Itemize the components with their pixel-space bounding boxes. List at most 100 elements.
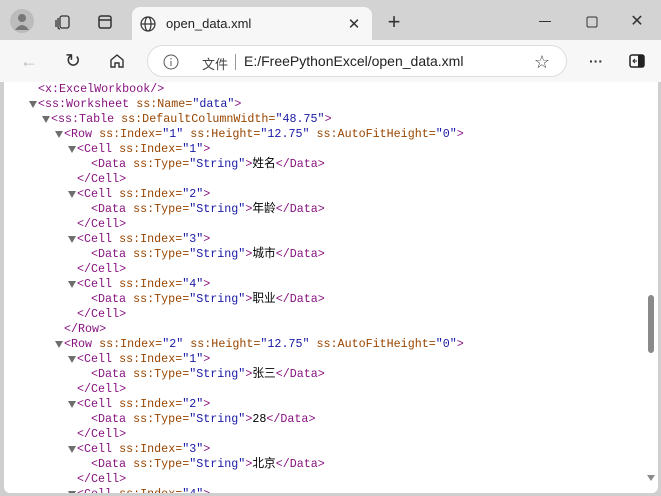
new-tab-icon[interactable]: +: [384, 9, 404, 34]
scrollbar-thumb[interactable]: [648, 295, 654, 353]
xml-line: <Data ss:Type="String">张三</Data>: [91, 367, 325, 382]
close-window-icon[interactable]: ✕: [627, 11, 647, 31]
collapse-toggle-icon[interactable]: [68, 191, 76, 198]
xml-tag: >: [324, 112, 332, 126]
xml-tag: <Data: [91, 367, 134, 381]
maximize-icon[interactable]: [582, 12, 602, 32]
xml-attr-value: "String": [189, 247, 246, 261]
xml-tag: </Data>: [275, 157, 325, 171]
scrollbar[interactable]: [644, 82, 658, 493]
home-icon[interactable]: [106, 50, 128, 72]
xml-attr-name: ss:Index=: [119, 487, 182, 493]
xml-text: 28: [252, 412, 267, 426]
collapse-toggle-icon[interactable]: [68, 491, 76, 493]
collapse-toggle-icon[interactable]: [68, 236, 76, 243]
xml-attr-name: ss:Index=: [99, 337, 163, 351]
xml-attr-name: ss:Index=: [119, 142, 183, 156]
back-icon[interactable]: ←: [18, 50, 40, 72]
xml-tag: </Data>: [266, 412, 316, 426]
xml-line: <Cell ss:Index="2">: [68, 397, 210, 412]
xml-tag: >: [203, 352, 211, 366]
tab-open-data[interactable]: open_data.xml ✕: [132, 7, 372, 40]
xml-line: <Cell ss:Index="4">: [68, 277, 211, 292]
xml-tag: </Cell>: [77, 172, 127, 186]
xml-attr-name: ss:Height=: [190, 337, 261, 351]
xml-text: 职业: [252, 292, 276, 306]
xml-attr-value: "2": [182, 187, 204, 201]
title-bar: open_data.xml ✕ + ✕: [0, 0, 661, 40]
xml-tag: </Cell>: [77, 217, 127, 231]
xml-attr-name: ss:Index=: [119, 187, 183, 201]
xml-tag: </Data>: [275, 292, 325, 306]
xml-attr-name: ss:Index=: [119, 352, 183, 366]
xml-tag: </Row>: [64, 322, 107, 336]
xml-tag: >: [203, 277, 211, 291]
close-tab-icon[interactable]: ✕: [345, 15, 363, 33]
collapse-toggle-icon[interactable]: [55, 341, 63, 348]
xml-tag: </Data>: [275, 247, 325, 261]
xml-attr-name: ss:Type=: [133, 157, 190, 171]
xml-line: </Cell>: [77, 307, 126, 322]
vertical-tabs-icon[interactable]: [96, 13, 114, 31]
xml-line: <x:ExcelWorkbook/>: [38, 82, 164, 97]
xml-line: </Cell>: [77, 172, 126, 187]
tab-title: open_data.xml: [166, 16, 252, 31]
xml-attr-value: "1": [182, 142, 204, 156]
collapse-toggle-icon[interactable]: [68, 146, 76, 153]
xml-line: </Cell>: [77, 382, 126, 397]
refresh-icon[interactable]: ↻: [62, 50, 84, 72]
collapse-toggle-icon[interactable]: [68, 401, 76, 408]
xml-tag: <x:ExcelWorkbook/>: [38, 82, 165, 96]
xml-tag: </Data>: [275, 367, 325, 381]
xml-tag: </Cell>: [77, 307, 127, 321]
xml-attr-name: ss:Index=: [119, 442, 183, 456]
xml-attr-value: "2": [162, 337, 191, 351]
xml-line: <ss:Worksheet ss:Name="data">: [29, 97, 241, 112]
xml-text: 城市: [252, 247, 276, 261]
xml-tag: <Cell: [77, 277, 120, 291]
collapse-toggle-icon[interactable]: [68, 446, 76, 453]
toolbar: ← ↻ 文件 E:/FreePythonExcel/open_data.xml …: [0, 40, 661, 82]
xml-tag: >: [203, 142, 211, 156]
file-label: 文件: [202, 57, 229, 72]
more-menu-icon[interactable]: ···: [585, 50, 607, 72]
xml-attr-value: "1": [182, 352, 204, 366]
xml-tag: <Data: [91, 457, 134, 471]
xml-tag: <Data: [91, 412, 134, 426]
collapse-toggle-icon[interactable]: [29, 101, 37, 108]
workspaces-icon[interactable]: [54, 13, 72, 31]
address-bar[interactable]: 文件 E:/FreePythonExcel/open_data.xml ☆: [147, 45, 567, 77]
sidebar-toggle-icon[interactable]: [627, 51, 647, 71]
xml-attr-value: "0": [435, 127, 457, 141]
url-text[interactable]: E:/FreePythonExcel/open_data.xml: [244, 53, 463, 69]
xml-attr-name: ss:Type=: [133, 457, 190, 471]
xml-tag: <Data: [91, 157, 134, 171]
xml-tag: <Cell: [77, 232, 120, 246]
collapse-toggle-icon[interactable]: [55, 131, 63, 138]
xml-text: 姓名: [252, 157, 276, 171]
xml-tag: <Cell: [77, 352, 120, 366]
xml-text: 张三: [252, 367, 276, 381]
xml-line: <Cell ss:Index="4">: [68, 487, 210, 493]
xml-attr-value: "12.75": [260, 127, 317, 141]
minimize-icon[interactable]: [535, 12, 555, 32]
collapse-toggle-icon[interactable]: [68, 356, 76, 363]
xml-tag: >: [203, 442, 211, 456]
xml-attr-name: ss:Height=: [190, 127, 261, 141]
xml-tag: </Cell>: [77, 472, 127, 486]
profile-avatar-icon[interactable]: [10, 9, 34, 33]
xml-attr-value: "String": [189, 157, 246, 171]
collapse-toggle-icon[interactable]: [68, 281, 76, 288]
xml-line: <Cell ss:Index="3">: [68, 442, 211, 457]
info-icon[interactable]: [162, 53, 180, 71]
collapse-toggle-icon[interactable]: [42, 116, 50, 123]
favorite-star-icon[interactable]: ☆: [532, 52, 552, 72]
xml-tag: </Data>: [275, 457, 325, 471]
xml-attr-value: "1": [162, 127, 191, 141]
xml-text: 年龄: [252, 202, 276, 216]
xml-attr-name: ss:Name=: [136, 97, 193, 111]
scroll-down-arrow[interactable]: [647, 475, 655, 481]
xml-line: <Data ss:Type="String">北京</Data>: [91, 457, 325, 472]
xml-tag: >: [203, 187, 211, 201]
xml-attr-name: ss:AutoFitHeight=: [316, 337, 436, 351]
